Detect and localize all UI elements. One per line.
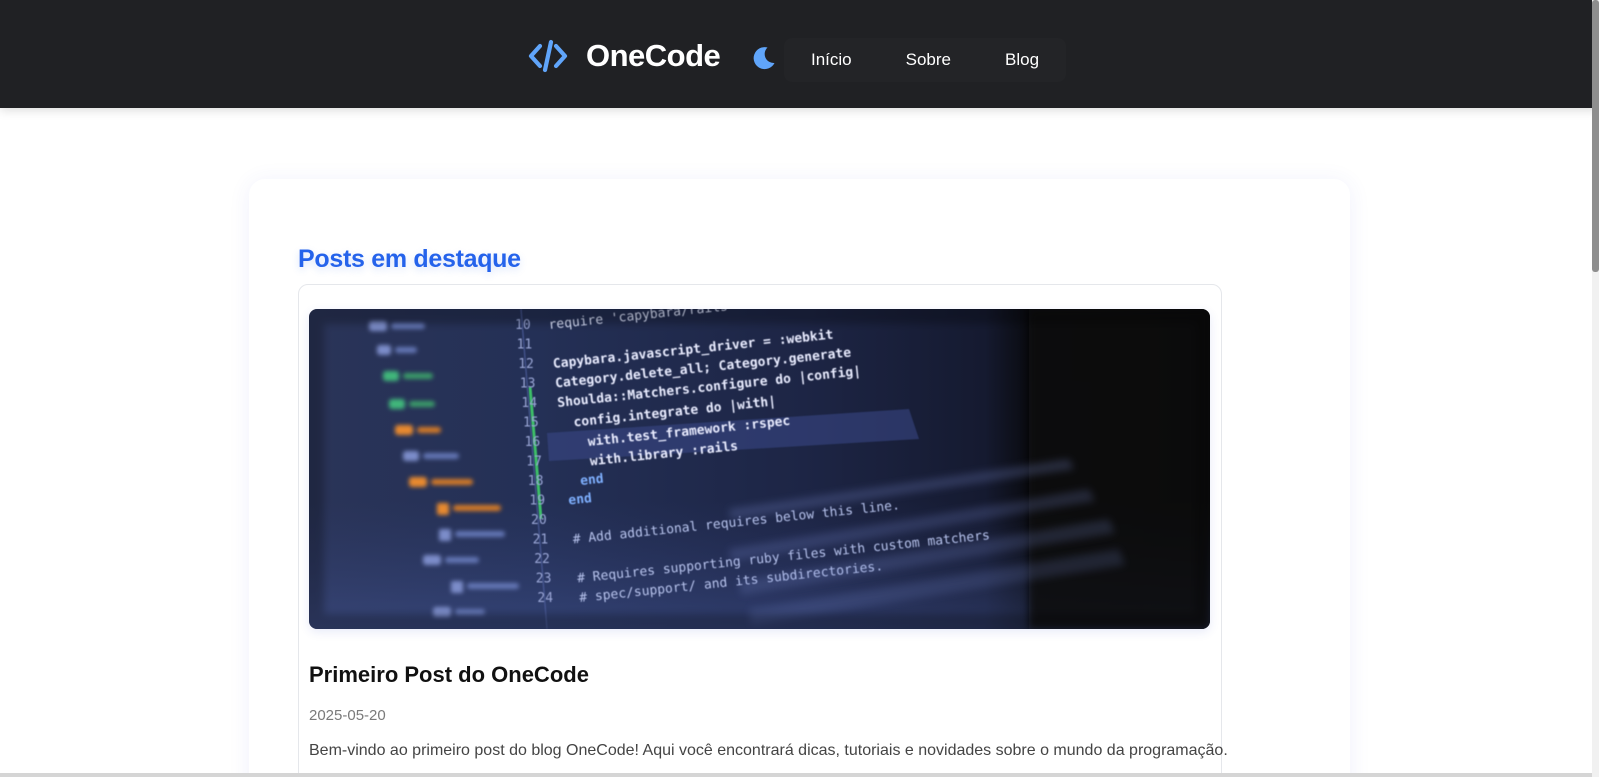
site-header: OneCode Início Sobre Blog <box>0 0 1599 108</box>
post-title[interactable]: Primeiro Post do OneCode <box>309 660 589 690</box>
code-line-number: 16 <box>525 435 541 450</box>
code-line-number: 18 <box>528 474 544 489</box>
brand-link[interactable]: OneCode <box>528 34 721 78</box>
code-line-number: 23 <box>536 572 552 587</box>
nav-link-inicio[interactable]: Início <box>784 38 879 82</box>
page: OneCode Início Sobre Blog Posts em desta… <box>0 0 1599 777</box>
post-image[interactable]: 10 require 'capybara/rails' 11 12 Capybara.j… <box>309 309 1210 629</box>
scrollbar-thumb[interactable] <box>1592 0 1599 272</box>
code-line-number: 15 <box>523 416 539 431</box>
code-line-number: 17 <box>526 455 542 470</box>
code-line-number: 13 <box>520 377 536 392</box>
theme-toggle-button[interactable] <box>750 44 778 72</box>
nav-link-blog[interactable]: Blog <box>978 38 1066 82</box>
code-line-number: 14 <box>521 396 537 411</box>
nav-link-sobre[interactable]: Sobre <box>879 38 978 82</box>
code-line-number: 22 <box>534 552 550 567</box>
section-title: Posts em destaque <box>298 245 521 273</box>
code-line-number: 21 <box>533 533 549 548</box>
brand-name: OneCode <box>586 38 721 73</box>
main-nav: Início Sobre Blog <box>784 38 1067 82</box>
post-date: 2025-05-20 <box>309 707 386 724</box>
code-editor-photo: 10 require 'capybara/rails'1112 Capybara.j… <box>309 309 1210 629</box>
code-line-text: end <box>579 472 604 489</box>
page-bottom-divider <box>0 773 1599 777</box>
moon-icon <box>750 47 778 75</box>
code-line-number: 20 <box>531 513 547 528</box>
code-line-text: end <box>568 491 593 508</box>
code-line-number: 12 <box>518 357 534 372</box>
code-brackets-icon <box>528 38 568 74</box>
code-line-number: 19 <box>529 494 545 509</box>
code-line-number: 24 <box>537 591 553 606</box>
scrollbar[interactable] <box>1592 0 1599 777</box>
code-line-number: 11 <box>517 338 533 353</box>
post-excerpt: Bem-vindo ao primeiro post do blog OneCo… <box>309 742 1228 759</box>
